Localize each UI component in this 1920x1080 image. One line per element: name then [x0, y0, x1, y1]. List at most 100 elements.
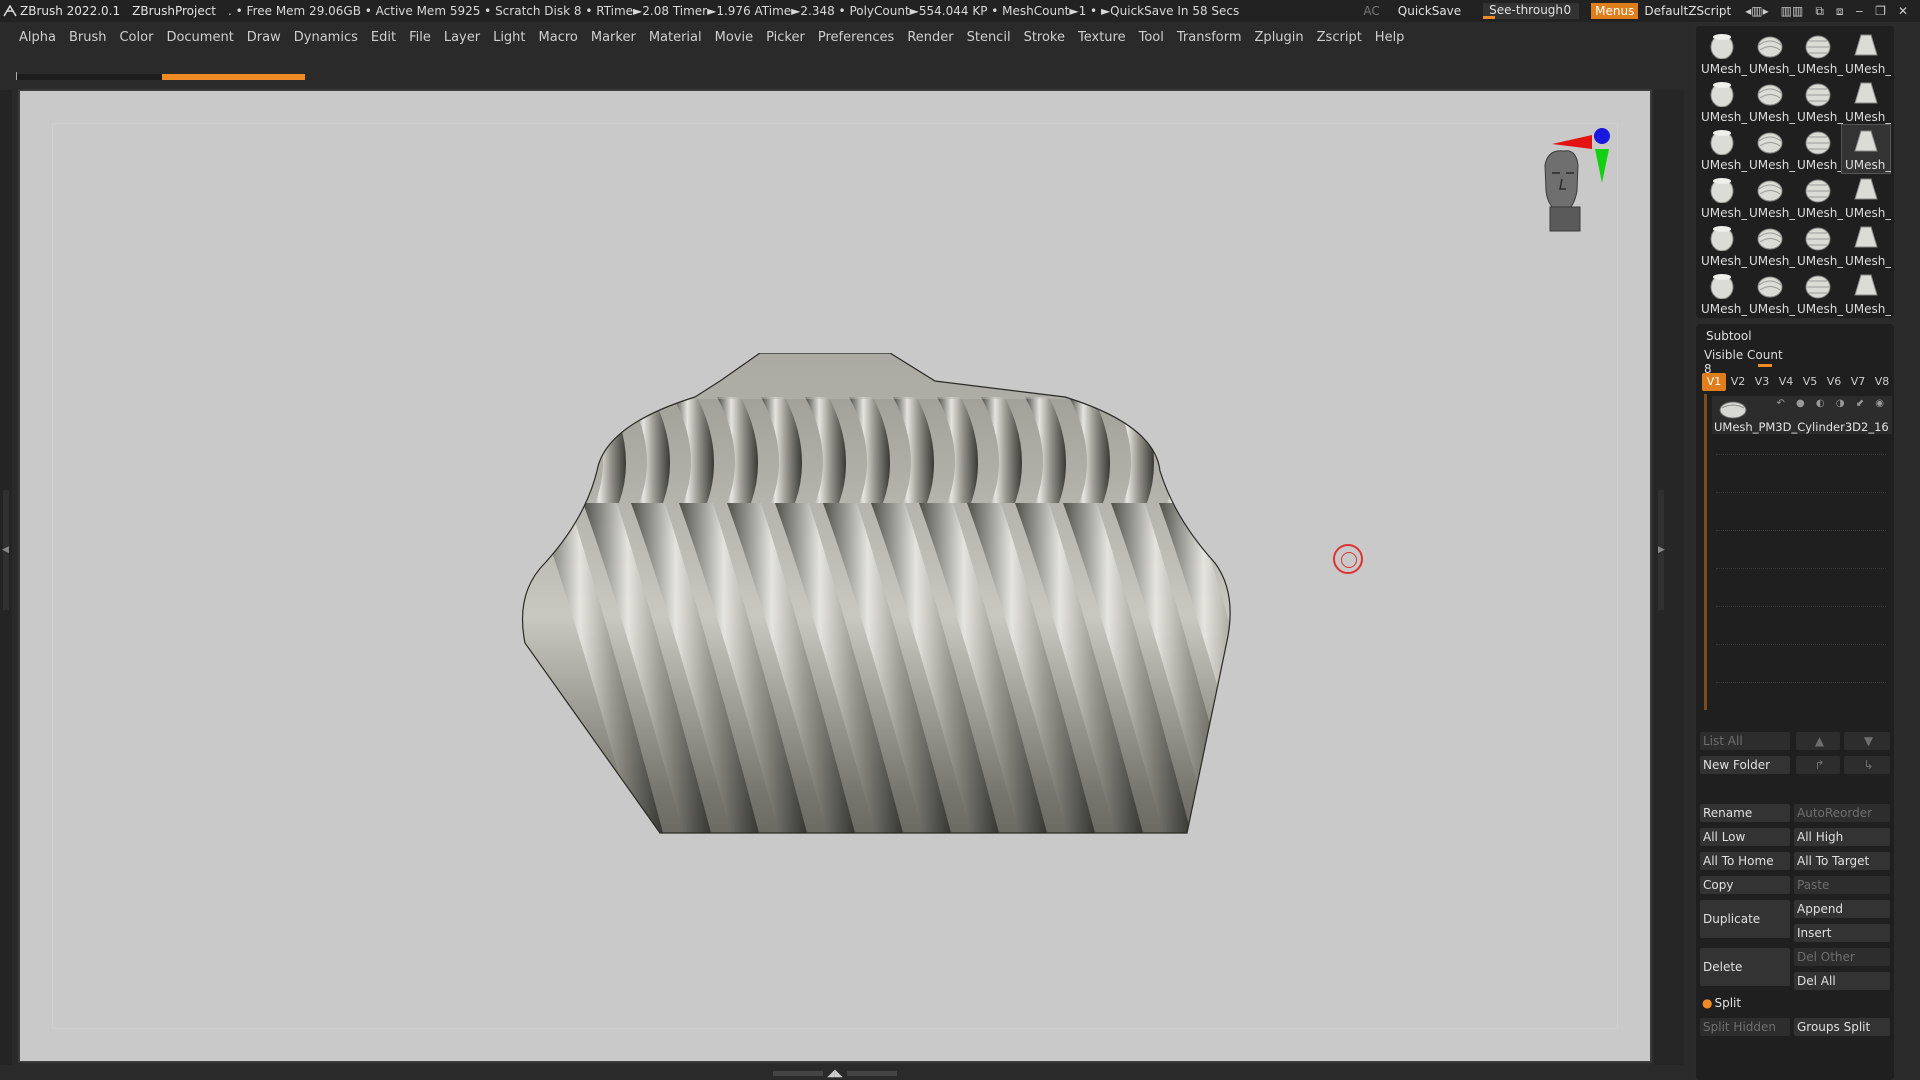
- view-tab-v3[interactable]: V3: [1750, 373, 1774, 391]
- menu-picker[interactable]: Picker: [766, 30, 805, 45]
- view-tab-v7[interactable]: V7: [1846, 373, 1870, 391]
- menu-movie[interactable]: Movie: [715, 30, 753, 45]
- tool-thumbnail[interactable]: UMesh_: [1842, 269, 1891, 317]
- subtool-scrollbar[interactable]: [1704, 394, 1707, 710]
- split-subpalette[interactable]: ● Split: [1702, 996, 1741, 1010]
- right-expand-icon[interactable]: ▶: [1658, 545, 1665, 555]
- tool-thumbnail[interactable]: UMesh_: [1794, 221, 1843, 269]
- view-tab-v8[interactable]: V8: [1870, 373, 1894, 391]
- tool-thumbnail[interactable]: UMesh_: [1698, 77, 1747, 125]
- menu-zscript[interactable]: Zscript: [1317, 30, 1362, 45]
- tool-thumbnail[interactable]: UMesh_: [1746, 77, 1795, 125]
- tool-thumbnail[interactable]: UMesh_: [1841, 124, 1891, 174]
- auto-reorder-button[interactable]: AutoReorder: [1794, 804, 1890, 822]
- del-other-button[interactable]: Del Other: [1794, 948, 1890, 966]
- subtool-header[interactable]: Subtool: [1706, 329, 1752, 343]
- menu-stencil[interactable]: Stencil: [967, 30, 1011, 45]
- visible-count-knob[interactable]: [1758, 364, 1772, 367]
- subtool-item[interactable]: ↶ ● ◐ ◑ ⬋ ◉ UMesh_PM3D_Cylinder3D2_16: [1712, 396, 1892, 434]
- groups-split-button[interactable]: Groups Split: [1794, 1018, 1890, 1036]
- paste-button[interactable]: Paste: [1794, 876, 1890, 894]
- menu-file[interactable]: File: [409, 30, 431, 45]
- menu-color[interactable]: Color: [119, 30, 153, 45]
- layout-toggle-icon[interactable]: ◂▥▸: [1745, 4, 1768, 18]
- tool-thumbnail[interactable]: UMesh_: [1746, 269, 1795, 317]
- all-to-target-button[interactable]: All To Target: [1794, 852, 1890, 870]
- menu-help[interactable]: Help: [1375, 30, 1405, 45]
- minimize-icon[interactable]: ‒: [1856, 4, 1864, 18]
- view-tab-v1[interactable]: V1: [1702, 373, 1726, 391]
- all-to-home-button[interactable]: All To Home: [1700, 852, 1790, 870]
- tool-thumbnail[interactable]: UMesh_: [1842, 173, 1891, 221]
- tool-thumbnail[interactable]: UMesh_: [1794, 29, 1843, 77]
- left-shelf[interactable]: ◀: [0, 90, 12, 1065]
- bottom-shelf-handle[interactable]: ◢◣: [770, 1068, 900, 1079]
- all-low-button[interactable]: All Low: [1700, 828, 1790, 846]
- tool-thumbnail[interactable]: UMesh_: [1794, 125, 1843, 173]
- folder-down-icon[interactable]: ↳: [1844, 756, 1890, 774]
- rename-button[interactable]: Rename: [1700, 804, 1790, 822]
- menu-dynamics[interactable]: Dynamics: [294, 30, 358, 45]
- visible-count-slider[interactable]: Visible Count 8: [1704, 348, 1794, 376]
- del-all-button[interactable]: Del All: [1794, 972, 1890, 990]
- append-button[interactable]: Append: [1794, 900, 1890, 918]
- view-tab-v4[interactable]: V4: [1774, 373, 1798, 391]
- tool-thumbnail[interactable]: UMesh_: [1842, 77, 1891, 125]
- right-shelf[interactable]: ▶: [1654, 90, 1684, 1065]
- insert-button[interactable]: Insert: [1794, 924, 1890, 942]
- menu-layer[interactable]: Layer: [444, 30, 480, 45]
- menu-preferences[interactable]: Preferences: [818, 30, 894, 45]
- menu-texture[interactable]: Texture: [1078, 30, 1126, 45]
- menu-light[interactable]: Light: [493, 30, 525, 45]
- layout-cycle-icon[interactable]: ▥▥: [1781, 4, 1804, 18]
- bottom-expand-icon[interactable]: ◢◣: [827, 1068, 842, 1079]
- view-tab-v2[interactable]: V2: [1726, 373, 1750, 391]
- duplicate-button[interactable]: Duplicate: [1700, 900, 1790, 938]
- split-hidden-button[interactable]: Split Hidden: [1700, 1018, 1790, 1036]
- close-icon[interactable]: ✕: [1898, 4, 1908, 18]
- menu-tool[interactable]: Tool: [1139, 30, 1164, 45]
- menu-render[interactable]: Render: [907, 30, 953, 45]
- menu-draw[interactable]: Draw: [247, 30, 281, 45]
- ac-toggle[interactable]: AC: [1363, 4, 1379, 18]
- tool-thumbnail[interactable]: UMesh_: [1794, 269, 1843, 317]
- quicksave-button[interactable]: QuickSave: [1398, 4, 1461, 18]
- menu-transform[interactable]: Transform: [1177, 30, 1242, 45]
- tool-thumbnail[interactable]: UMesh_: [1746, 29, 1795, 77]
- menu-edit[interactable]: Edit: [371, 30, 396, 45]
- tool-thumbnail[interactable]: UMesh_: [1794, 77, 1843, 125]
- menu-alpha[interactable]: Alpha: [19, 30, 56, 45]
- tool-thumbnail[interactable]: UMesh_: [1746, 173, 1795, 221]
- menu-material[interactable]: Material: [649, 30, 702, 45]
- tool-thumbnail[interactable]: UMesh_: [1698, 173, 1747, 221]
- move-up-icon[interactable]: ▲: [1796, 732, 1840, 750]
- view-tab-v5[interactable]: V5: [1798, 373, 1822, 391]
- menu-brush[interactable]: Brush: [69, 30, 107, 45]
- move-down-icon[interactable]: ▼: [1844, 732, 1890, 750]
- tool-thumbnail[interactable]: UMesh_: [1698, 269, 1747, 317]
- sculpt-model-vase[interactable]: [515, 353, 1245, 939]
- menu-macro[interactable]: Macro: [539, 30, 578, 45]
- menus-button[interactable]: Menus: [1591, 3, 1639, 19]
- interface-swap-icon[interactable]: ⧉: [1815, 4, 1824, 19]
- subtool-toggle-icons[interactable]: ↶ ● ◐ ◑ ⬋ ◉: [1776, 398, 1888, 409]
- subtool-list[interactable]: ↶ ● ◐ ◑ ⬋ ◉ UMesh_PM3D_Cylinder3D2_16: [1702, 394, 1892, 716]
- maximize-icon[interactable]: ❐: [1875, 4, 1886, 18]
- menu-stroke[interactable]: Stroke: [1024, 30, 1065, 45]
- orientation-gizmo-icon[interactable]: [1510, 121, 1620, 241]
- list-all-button[interactable]: List All: [1700, 732, 1790, 750]
- delete-button[interactable]: Delete: [1700, 948, 1790, 986]
- tool-thumbnail[interactable]: UMesh_: [1842, 221, 1891, 269]
- copy-button[interactable]: Copy: [1700, 876, 1790, 894]
- tool-thumbnail[interactable]: UMesh_: [1842, 29, 1891, 77]
- tool-thumbnail[interactable]: UMesh_: [1746, 221, 1795, 269]
- tool-thumbnail[interactable]: UMesh_: [1698, 221, 1747, 269]
- menu-zplugin[interactable]: Zplugin: [1255, 30, 1304, 45]
- menu-marker[interactable]: Marker: [591, 30, 636, 45]
- menu-document[interactable]: Document: [166, 30, 233, 45]
- restore-layout-icon[interactable]: ⧈: [1836, 4, 1844, 19]
- all-high-button[interactable]: All High: [1794, 828, 1890, 846]
- folder-up-icon[interactable]: ↱: [1796, 756, 1840, 774]
- tool-thumbnail[interactable]: UMesh_: [1698, 125, 1747, 173]
- see-through-slider[interactable]: See-through 0: [1483, 3, 1580, 19]
